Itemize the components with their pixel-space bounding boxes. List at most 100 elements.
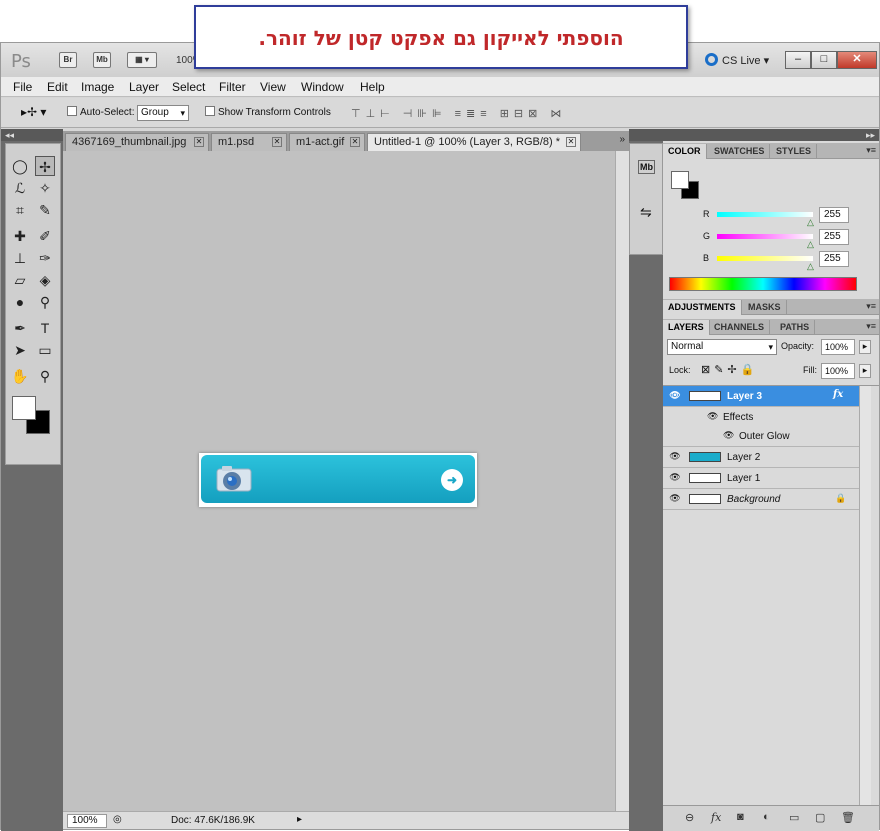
close-tab-icon[interactable]: ✕ bbox=[566, 137, 576, 147]
minibridge-button[interactable]: Mb bbox=[93, 52, 111, 68]
auto-select-checkbox[interactable]: Auto-Select: bbox=[67, 106, 134, 118]
foreground-color-swatch[interactable] bbox=[12, 396, 36, 420]
status-info-icon[interactable]: ◎ bbox=[113, 814, 122, 825]
menu-filter[interactable]: Filter bbox=[219, 80, 246, 94]
blur-tool-icon[interactable]: ● bbox=[10, 292, 30, 312]
menu-layer[interactable]: Layer bbox=[129, 80, 159, 94]
auto-select-dropdown[interactable]: Group bbox=[137, 105, 189, 121]
adjustment-layer-icon[interactable]: ◐ bbox=[763, 811, 770, 823]
layer-row-layer3[interactable]: 👁 Layer 3 fx bbox=[663, 386, 859, 407]
green-slider-knob-icon[interactable]: △ bbox=[807, 239, 814, 250]
move-tool-icon[interactable]: ✢ bbox=[35, 156, 55, 176]
menu-file[interactable]: File bbox=[13, 80, 32, 94]
tab-adjustments[interactable]: ADJUSTMENTS bbox=[663, 300, 742, 315]
add-mask-icon[interactable]: ◙ bbox=[737, 811, 744, 823]
healing-brush-icon[interactable]: ✚ bbox=[10, 226, 30, 246]
maximize-button[interactable]: □ bbox=[811, 51, 837, 69]
new-group-icon[interactable]: ▭ bbox=[789, 811, 799, 824]
brush-tool-icon[interactable]: ✐ bbox=[35, 226, 55, 246]
eye-icon[interactable]: 👁 bbox=[667, 472, 683, 484]
paint-bucket-icon[interactable]: ◈ bbox=[35, 270, 55, 290]
tabs-overflow-icon[interactable]: » bbox=[619, 134, 625, 145]
eye-icon[interactable]: 👁 bbox=[667, 390, 683, 402]
eraser-tool-icon[interactable]: ▱ bbox=[10, 270, 30, 290]
delete-layer-icon[interactable]: 🗑 bbox=[841, 811, 855, 824]
menu-image[interactable]: Image bbox=[81, 80, 114, 94]
blue-slider[interactable]: B △ 255 bbox=[703, 251, 879, 271]
fill-arrow-icon[interactable]: ▸ bbox=[859, 364, 871, 378]
cslive-menu[interactable]: CS Live ▾ bbox=[705, 53, 769, 67]
layer-row-background[interactable]: 👁 Background 🔒 bbox=[663, 489, 859, 510]
rectangle-tool-icon[interactable]: ▭ bbox=[35, 340, 55, 360]
tools-collapse-strip[interactable]: ◂◂ bbox=[1, 129, 63, 141]
eyedropper-icon[interactable]: ✎ bbox=[35, 200, 55, 220]
minibridge-icon[interactable]: Mb bbox=[638, 160, 655, 174]
fill-field[interactable]: 100% bbox=[821, 363, 855, 379]
doc-size-label[interactable]: Doc: 47.6K/186.9K bbox=[171, 815, 255, 826]
layer-row-layer2[interactable]: 👁 Layer 2 bbox=[663, 447, 859, 468]
tab-layers[interactable]: LAYERS bbox=[663, 320, 710, 335]
panel-menu-icon[interactable]: ▾≡ bbox=[866, 145, 876, 156]
blend-mode-dropdown[interactable]: Normal bbox=[667, 339, 777, 355]
menu-help[interactable]: Help bbox=[360, 80, 385, 94]
panel-menu-icon[interactable]: ▾≡ bbox=[866, 321, 876, 332]
fx-badge[interactable]: fx bbox=[833, 389, 843, 400]
eye-icon[interactable]: 👁 bbox=[667, 493, 683, 505]
layer-effects-row[interactable]: 👁 Effects bbox=[663, 407, 859, 428]
history-brush-icon[interactable]: ✑ bbox=[35, 248, 55, 268]
close-tab-icon[interactable]: ✕ bbox=[272, 137, 282, 147]
layer-outer-glow-row[interactable]: 👁 Outer Glow bbox=[663, 426, 859, 447]
close-button[interactable]: ✕ bbox=[837, 51, 877, 69]
red-value-field[interactable]: 255 bbox=[819, 207, 849, 223]
green-slider[interactable]: G △ 255 bbox=[703, 229, 879, 249]
opacity-arrow-icon[interactable]: ▸ bbox=[859, 340, 871, 354]
eye-icon[interactable]: 👁 bbox=[667, 451, 683, 463]
menu-view[interactable]: View bbox=[260, 80, 286, 94]
layers-scrollbar[interactable] bbox=[859, 386, 871, 806]
zoom-tool-icon[interactable]: ⚲ bbox=[35, 366, 55, 386]
tab-paths[interactable]: PATHS bbox=[775, 320, 816, 335]
eye-icon[interactable]: 👁 bbox=[723, 430, 734, 441]
close-tab-icon[interactable]: ✕ bbox=[350, 137, 360, 147]
layer-row-layer1[interactable]: 👁 Layer 1 bbox=[663, 468, 859, 489]
pen-tool-icon[interactable]: ✒ bbox=[10, 318, 30, 338]
color-fg-swatch[interactable] bbox=[671, 171, 689, 189]
align-distribute-icons[interactable]: ⊤⊥⊢ ⊣⊪⊫ ≡≣≡ ⊞⊟⊠ ⋈ bbox=[351, 107, 566, 120]
add-style-icon[interactable]: fx bbox=[711, 811, 721, 824]
magic-wand-icon[interactable]: ✧ bbox=[35, 178, 55, 198]
move-tool-preset-icon[interactable]: ▸✢ ▾ bbox=[21, 105, 46, 119]
blue-value-field[interactable]: 255 bbox=[819, 251, 849, 267]
path-selection-icon[interactable]: ➤ bbox=[10, 340, 30, 360]
eye-icon[interactable]: 👁 bbox=[707, 411, 718, 422]
green-value-field[interactable]: 255 bbox=[819, 229, 849, 245]
tab-m1-psd[interactable]: m1.psd ✕ bbox=[211, 133, 287, 151]
menu-edit[interactable]: Edit bbox=[47, 80, 68, 94]
type-tool-icon[interactable]: T bbox=[35, 318, 55, 338]
menu-select[interactable]: Select bbox=[172, 80, 205, 94]
menu-window[interactable]: Window bbox=[301, 80, 344, 94]
dock-strip-header[interactable] bbox=[629, 129, 663, 141]
close-tab-icon[interactable]: ✕ bbox=[194, 137, 204, 147]
red-slider-knob-icon[interactable]: △ bbox=[807, 217, 814, 228]
lasso-tool-icon[interactable]: ℒ bbox=[10, 178, 30, 198]
history-icon[interactable]: ⇋ bbox=[640, 204, 652, 221]
status-zoom-field[interactable]: 100% bbox=[67, 814, 107, 828]
bridge-button[interactable]: Br bbox=[59, 52, 77, 68]
opacity-field[interactable]: 100% bbox=[821, 339, 855, 355]
lock-icons[interactable]: ⊠✎✢🔒 bbox=[701, 363, 758, 376]
tab-masks[interactable]: MASKS bbox=[743, 300, 787, 315]
new-layer-icon[interactable]: ▢ bbox=[815, 811, 825, 824]
tab-thumbnail-jpg[interactable]: 4367169_thumbnail.jpg ✕ bbox=[65, 133, 209, 151]
panels-collapse-strip[interactable]: ▸▸ bbox=[663, 129, 879, 141]
crop-tool-icon[interactable]: ⌗ bbox=[10, 200, 30, 220]
tab-untitled-1[interactable]: Untitled-1 @ 100% (Layer 3, RGB/8) * ✕ bbox=[367, 133, 581, 151]
color-spectrum-bar[interactable] bbox=[669, 277, 857, 291]
tab-styles[interactable]: STYLES bbox=[771, 144, 818, 159]
panel-menu-icon[interactable]: ▾≡ bbox=[866, 301, 876, 312]
hand-tool-icon[interactable]: ✋ bbox=[10, 366, 30, 386]
blue-slider-knob-icon[interactable]: △ bbox=[807, 261, 814, 272]
dodge-tool-icon[interactable]: ⚲ bbox=[35, 292, 55, 312]
tab-channels[interactable]: CHANNELS bbox=[709, 320, 771, 335]
status-arrow-icon[interactable]: ▸ bbox=[297, 814, 302, 825]
tab-color[interactable]: COLOR bbox=[663, 144, 707, 159]
